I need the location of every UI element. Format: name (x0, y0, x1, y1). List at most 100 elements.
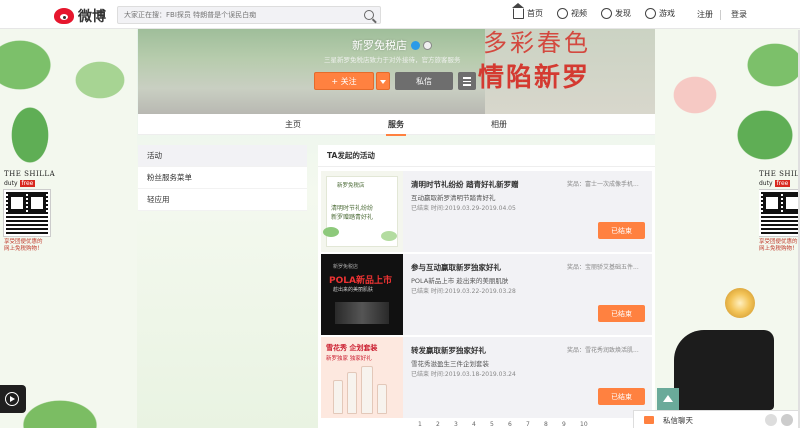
tab-album[interactable]: 相册 (491, 119, 507, 130)
page-link[interactable]: 7 (526, 421, 530, 428)
trumpet-illustration (725, 288, 755, 318)
activity-prize: 奖品：宝丽骄艾基础五件... (567, 264, 639, 271)
page-link[interactable]: 9 (562, 421, 566, 428)
shilla-qr-widget-right[interactable]: THE SHILLA duty free 享受团便优惠的 网上免税购物！ (759, 170, 800, 253)
product-bottle (333, 380, 343, 414)
sidebar-item-fan-service-menu[interactable]: 粉丝服务菜单 (138, 167, 307, 189)
nav-item-video[interactable]: 视频 (557, 8, 587, 19)
weibo-logo-text: 微博 (78, 9, 106, 25)
search-box (117, 6, 381, 24)
mail-icon (644, 416, 654, 424)
nav-item-label: 首页 (527, 9, 543, 18)
register-link[interactable]: 注册 (697, 9, 713, 20)
thumbnail-text: 新罗免税店 (333, 264, 359, 270)
sidebar-item-activity[interactable]: 活动 (138, 145, 307, 167)
shilla-qr-widget-left[interactable]: THE SHILLA duty free 享受团便优惠的 网上免税购物！ (3, 170, 58, 253)
page-link[interactable]: 5 (490, 421, 494, 428)
activity-time: 已结束 时间:2019.03.29-2019.04.05 (411, 205, 516, 212)
thumbnail-text: POLA新品上市 (329, 276, 392, 286)
free-text: free (19, 180, 36, 187)
tab-home[interactable]: 主页 (285, 119, 301, 130)
thumbnail-text: 清明时节礼纷纷 (331, 205, 374, 212)
thumbnail-text: 新罗免税店 (337, 183, 365, 189)
message-button[interactable]: 私信 (395, 72, 453, 90)
activity-prize: 奖品：雪花秀润致焕活肌... (567, 347, 639, 354)
banner-slogan: 情陷新罗 (478, 63, 591, 93)
activity-thumbnail[interactable]: 新罗免税店 POLA新品上市 趁出来的美丽肌肤 (321, 254, 403, 335)
ended-button[interactable]: 已结束 (598, 222, 645, 239)
nav-item-label: 视频 (571, 9, 587, 18)
sidebar-item-light-apps[interactable]: 轻应用 (138, 189, 307, 211)
shilla-brand: THE SHILLA (4, 170, 56, 178)
activity-thumbnail[interactable]: 新罗免税店 清明时节礼纷纷 新罗赠踏青好礼 (321, 171, 403, 252)
search-input[interactable] (124, 11, 354, 19)
back-to-top-button[interactable] (657, 388, 679, 410)
video-icon (557, 8, 568, 19)
activity-card[interactable]: 新罗免税店 清明时节礼纷纷 新罗赠踏青好礼 清明时节礼纷纷 踏青好礼新罗赠 互动… (321, 171, 652, 252)
activity-title[interactable]: 清明时节礼纷纷 踏青好礼新罗赠 (411, 179, 519, 190)
ended-button[interactable]: 已结束 (598, 305, 645, 322)
activity-title[interactable]: 参与互动赢取新罗独家好礼 (411, 262, 501, 273)
thumbnail-text: 新罗独家 独家好礼 (326, 356, 372, 362)
discover-icon (601, 8, 612, 19)
activity-subtitle: POLA新品上市 趁出来的美丽肌肤 (411, 277, 509, 285)
follow-button[interactable]: + 关注 (314, 72, 374, 90)
thumbnail-text: 雪花秀 企划套装 (326, 344, 378, 352)
page-link[interactable]: 4 (472, 421, 476, 428)
page-link[interactable]: 6 (508, 421, 512, 428)
avatar (765, 414, 777, 426)
nav-item-discover[interactable]: 发现 (601, 8, 631, 19)
product-bottle (347, 372, 357, 414)
menu-line (463, 84, 471, 86)
activity-time: 已结束 时间:2019.03.22-2019.03.28 (411, 288, 516, 295)
private-chat-bar[interactable]: 私信聊天 (633, 410, 800, 428)
verified-icon[interactable] (411, 40, 420, 50)
activity-card[interactable]: 新罗免税店 POLA新品上市 趁出来的美丽肌肤 参与互动赢取新罗独家好礼 POL… (321, 254, 652, 335)
weibo-logo-icon (54, 8, 74, 24)
thumbnail-text: 新罗赠踏青好礼 (331, 214, 374, 221)
activity-subtitle: 雪花秀滋盈生三件企划套装 (411, 360, 489, 368)
main-nav: 首页 视频 发现 游戏 (512, 3, 689, 19)
medal-icon[interactable] (423, 40, 432, 50)
page-link[interactable]: 2 (436, 421, 440, 428)
profile-banner: 多彩春色 情陷新罗 新罗免税店 三星新罗免税店致力于对外接待，官方旅客服务 + … (138, 29, 655, 114)
page-link[interactable]: 10 (580, 421, 588, 428)
qr-caption-line: 享受团便优惠的 (759, 239, 798, 245)
play-icon (5, 392, 19, 406)
activity-title[interactable]: 转发赢取新罗独家好礼 (411, 345, 486, 356)
page-link[interactable]: 1 (418, 421, 422, 428)
leaf-decoration (381, 231, 397, 241)
duty-free-label: duty free (4, 180, 58, 187)
more-menu-button[interactable] (458, 72, 476, 90)
page-link[interactable]: 8 (544, 421, 548, 428)
page-link[interactable]: 3 (454, 421, 458, 428)
qr-caption-line: 网上免税购物！ (759, 246, 798, 252)
product-bottle (377, 384, 387, 414)
nav-item-home[interactable]: 首页 (512, 3, 543, 19)
panel-title: TA发起的活动 (318, 145, 655, 167)
ended-button[interactable]: 已结束 (598, 388, 645, 405)
duty-text: duty (759, 180, 773, 187)
play-button[interactable] (0, 385, 26, 413)
login-link[interactable]: 登录 (731, 9, 747, 20)
activity-prize: 奖品：富士一次成像手机... (567, 181, 639, 188)
weibo-logo[interactable]: 微博 (54, 6, 106, 26)
thumbnail-text: 趁出来的美丽肌肤 (333, 287, 374, 293)
search-icon[interactable] (364, 10, 374, 20)
home-icon (512, 3, 524, 19)
service-sidebar: 活动 粉丝服务菜单 轻应用 (138, 145, 307, 211)
product-bottle (361, 366, 373, 414)
menu-line (463, 80, 471, 82)
piano-illustration (674, 330, 774, 410)
profile-name: 新罗免税店 (352, 37, 432, 53)
pagination: 1 2 3 4 5 6 7 8 9 10 (318, 418, 655, 428)
follow-dropdown-button[interactable] (376, 72, 390, 90)
tab-service[interactable]: 服务 (386, 119, 406, 136)
shilla-brand: THE SHILLA (759, 170, 800, 178)
free-text: free (774, 180, 791, 187)
qr-caption-line: 享受团便优惠的 (4, 239, 43, 245)
activity-card[interactable]: 雪花秀 企划套装 新罗独家 独家好礼 转发赢取新罗独家好礼 雪花秀滋盈生三件企划… (321, 337, 652, 418)
nav-item-game[interactable]: 游戏 (645, 8, 675, 19)
activity-thumbnail[interactable]: 雪花秀 企划套装 新罗独家 独家好礼 (321, 337, 403, 418)
nav-item-label: 游戏 (659, 9, 675, 18)
